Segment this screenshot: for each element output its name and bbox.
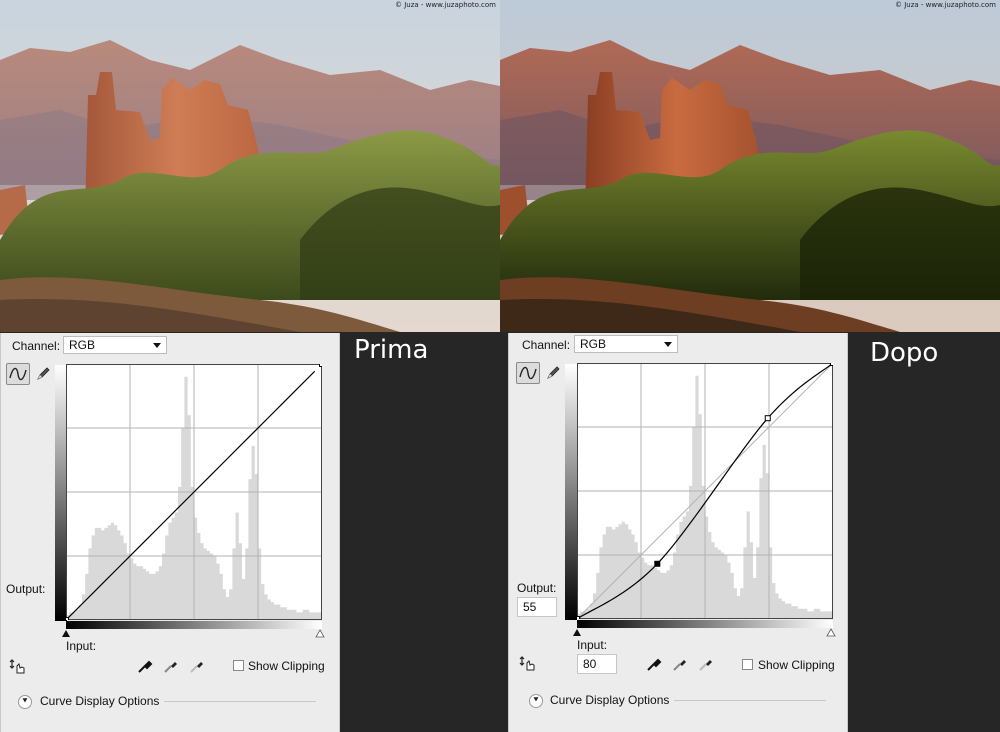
- show-clipping-label: Show Clipping: [758, 658, 835, 672]
- curve-display-options-label[interactable]: Curve Display Options: [550, 693, 669, 707]
- pencil-tool-button[interactable]: [34, 365, 52, 383]
- curve-graph[interactable]: [577, 363, 833, 619]
- landscape-photo-after: [500, 0, 1000, 332]
- black-point-slider[interactable]: [572, 628, 582, 637]
- curve-wave-icon: [9, 367, 27, 381]
- channel-label: Channel:: [522, 338, 571, 352]
- curve-control-point: [66, 617, 69, 620]
- pencil-icon: [37, 367, 50, 380]
- after-caption: Dopo: [870, 338, 939, 368]
- after-half: © Juza - www.juzaphoto.com Channel: RGB …: [500, 0, 1000, 732]
- before-caption: Prima: [354, 335, 429, 365]
- target-adjust-icon[interactable]: [8, 658, 28, 676]
- output-label: Output:: [6, 582, 46, 596]
- black-eyedropper-icon[interactable]: [645, 655, 663, 673]
- curve-tool-button[interactable]: [6, 363, 30, 385]
- curve-control-point: [830, 363, 833, 366]
- curve-wave-icon: [519, 366, 537, 380]
- input-gradient-bar: [66, 621, 322, 629]
- output-label: Output:: [517, 581, 557, 595]
- photo-credit: © Juza - www.juzaphoto.com: [894, 1, 996, 9]
- before-half: © Juza - www.juzaphoto.com Channel: RGB …: [0, 0, 500, 732]
- curve-display-options-label[interactable]: Curve Display Options: [40, 694, 159, 708]
- curve-control-point: [764, 415, 771, 422]
- chevron-down-icon: [153, 343, 161, 348]
- show-clipping-checkbox[interactable]: [233, 660, 244, 671]
- output-value-field[interactable]: 55: [517, 597, 557, 617]
- output-gradient-bar: [565, 364, 577, 620]
- chevron-down-icon: [664, 342, 672, 347]
- curves-panel-after: Channel: RGB Output: 55 Input: 80 Show C…: [508, 333, 848, 732]
- white-eyedropper-icon[interactable]: [697, 655, 715, 673]
- divider: [674, 700, 826, 701]
- expand-chevron-icon[interactable]: ⯆: [529, 694, 543, 708]
- target-adjust-icon[interactable]: [518, 655, 538, 673]
- channel-label: Channel:: [12, 339, 61, 353]
- input-value-field[interactable]: 80: [577, 654, 617, 674]
- channel-value: RGB: [69, 338, 96, 352]
- curve-control-point: [319, 364, 322, 367]
- curve-tool-button[interactable]: [516, 362, 540, 384]
- black-point-slider[interactable]: [61, 629, 71, 638]
- pencil-tool-button[interactable]: [544, 364, 562, 382]
- input-label: Input:: [66, 639, 97, 653]
- white-point-slider[interactable]: [315, 629, 325, 638]
- landscape-photo-before: [0, 0, 500, 332]
- white-point-slider[interactable]: [826, 628, 836, 637]
- white-eyedropper-icon[interactable]: [188, 657, 206, 675]
- show-clipping-checkbox[interactable]: [742, 659, 753, 670]
- curve-control-point: [577, 616, 580, 619]
- channel-value: RGB: [580, 337, 607, 351]
- photo-credit: © Juza - www.juzaphoto.com: [394, 1, 496, 9]
- channel-select[interactable]: RGB: [574, 335, 678, 353]
- curve-graph[interactable]: [66, 364, 322, 620]
- black-eyedropper-icon[interactable]: [136, 657, 154, 675]
- curve-control-point: [654, 560, 661, 567]
- pencil-icon: [547, 366, 560, 379]
- input-label: Input:: [577, 638, 608, 652]
- show-clipping-label: Show Clipping: [248, 659, 325, 673]
- curves-panel-before: Channel: RGB Output: Input: Show Clippin…: [0, 333, 340, 732]
- input-gradient-bar: [577, 620, 833, 628]
- gray-eyedropper-icon[interactable]: [671, 655, 689, 673]
- expand-chevron-icon[interactable]: ⯆: [18, 695, 32, 709]
- gray-eyedropper-icon[interactable]: [162, 657, 180, 675]
- divider: [164, 701, 316, 702]
- channel-select[interactable]: RGB: [63, 336, 167, 354]
